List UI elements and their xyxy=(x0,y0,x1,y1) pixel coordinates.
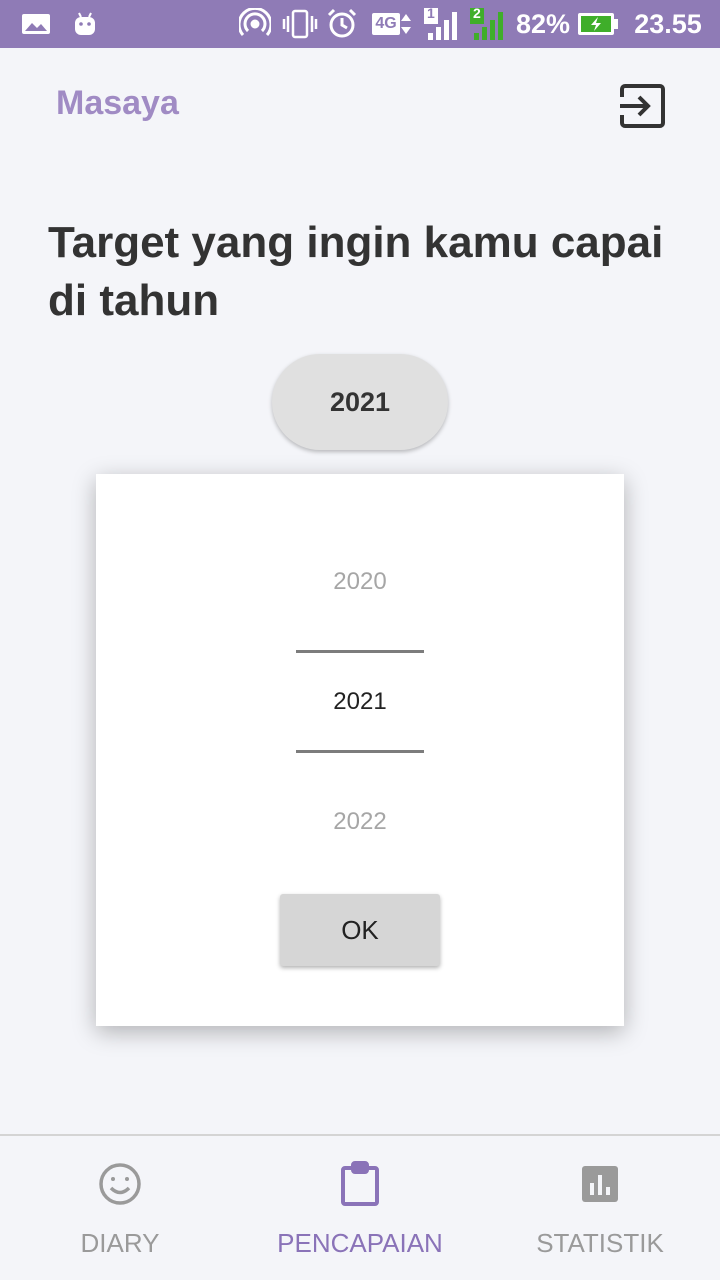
nav-item-pencapaian[interactable]: PENCAPAIAN xyxy=(240,1136,480,1280)
network-4g-icon: 4G xyxy=(368,0,416,48)
app-title: Masaya xyxy=(56,84,179,122)
nav-label-statistik: STATISTIK xyxy=(536,1228,664,1258)
picker-divider-bottom xyxy=(296,750,424,753)
clipboard-icon xyxy=(336,1160,384,1208)
clock: 23.55 xyxy=(634,8,702,39)
nav-label-diary: DIARY xyxy=(80,1228,160,1258)
smiley-icon xyxy=(96,1160,144,1208)
gallery-icon xyxy=(20,0,52,48)
status-bar: 4G 1 2 82% 23.55 xyxy=(0,0,720,48)
bottom-navigation: DIARY PENCAPAIAN STATISTIK xyxy=(0,1134,720,1280)
bar-chart-icon xyxy=(576,1160,624,1208)
page-headline: Target yang ingin kamu capai di tahun xyxy=(48,218,664,325)
exit-icon xyxy=(620,84,665,128)
network-type-label: 4G xyxy=(372,13,400,35)
picker-divider-top xyxy=(296,650,424,653)
nav-label-pencapaian: PENCAPAIAN xyxy=(277,1228,443,1258)
picker-year-next[interactable]: 2022 xyxy=(96,808,624,836)
ok-button[interactable]: OK xyxy=(280,894,440,966)
logout-button[interactable] xyxy=(614,78,670,134)
picker-year-previous[interactable]: 2020 xyxy=(96,568,624,596)
picker-year-current[interactable]: 2021 xyxy=(96,688,624,716)
signal-sim2-icon: 2 xyxy=(468,0,508,48)
battery-charging-icon xyxy=(576,0,620,48)
android-icon xyxy=(70,0,100,48)
sim2-label: 2 xyxy=(473,5,481,21)
year-picker-dialog: 2020 2021 2022 OK xyxy=(96,474,624,1026)
nav-item-diary[interactable]: DIARY xyxy=(0,1136,240,1280)
alarm-icon xyxy=(324,0,360,48)
signal-sim1-icon: 1 xyxy=(422,0,462,48)
nav-item-statistik[interactable]: STATISTIK xyxy=(480,1136,720,1280)
sim1-label: 1 xyxy=(427,5,435,21)
year-select-button[interactable]: 2021 xyxy=(272,354,448,450)
battery-percent: 82% xyxy=(515,8,571,39)
vibrate-icon xyxy=(280,0,320,48)
hotspot-icon xyxy=(238,0,272,48)
